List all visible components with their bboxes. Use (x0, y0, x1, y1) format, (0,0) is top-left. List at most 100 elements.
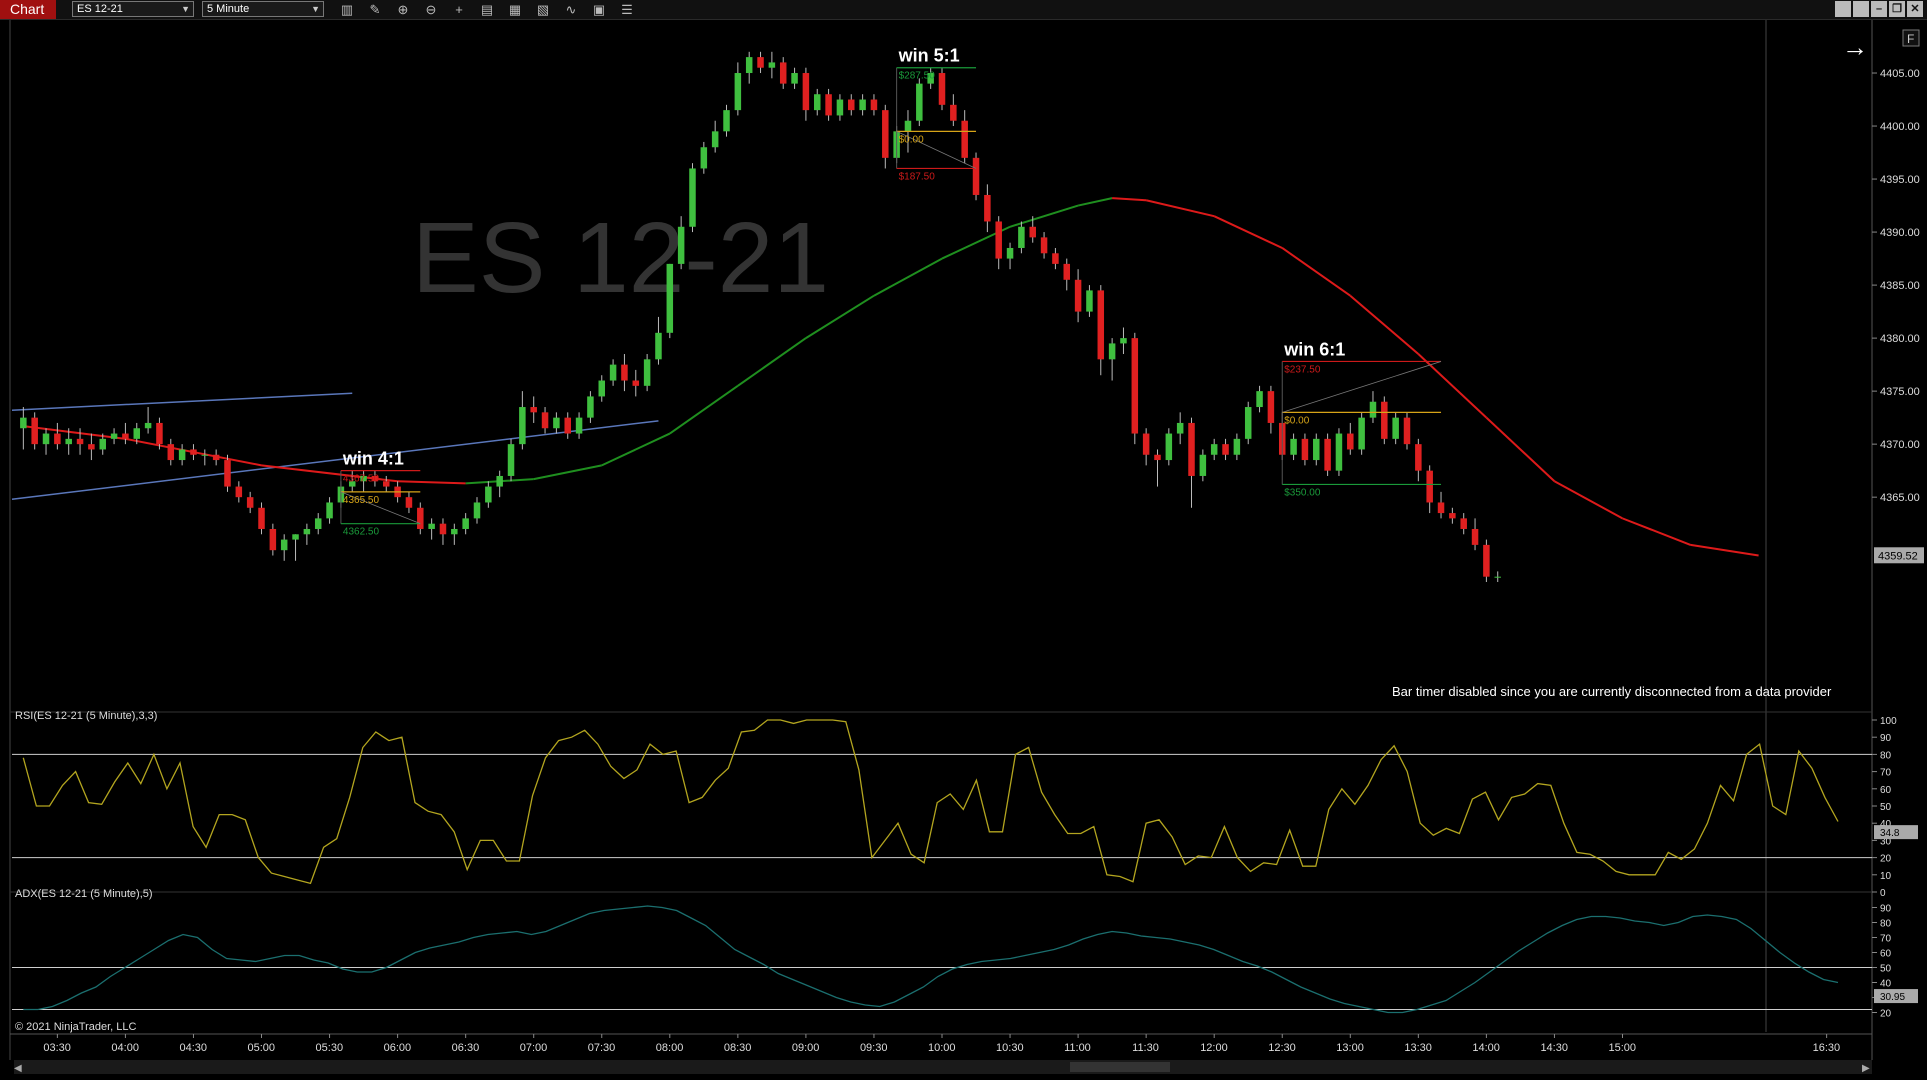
candle-body[interactable] (1449, 513, 1456, 519)
candle-body[interactable] (1188, 422, 1195, 476)
candle-body[interactable] (1074, 279, 1082, 312)
indicators-icon[interactable]: ▧ (532, 0, 554, 19)
candle-body[interactable] (383, 481, 390, 487)
candle-body[interactable] (723, 110, 730, 132)
candle-body[interactable] (1369, 401, 1377, 418)
candle-body[interactable] (689, 168, 696, 227)
candle-body[interactable] (1233, 438, 1241, 455)
candle-body[interactable] (314, 518, 322, 529)
candle-body[interactable] (1494, 576, 1501, 578)
candle-body[interactable] (1483, 544, 1490, 577)
candle-body[interactable] (870, 99, 878, 111)
candle-body[interactable] (950, 104, 957, 121)
candle-body[interactable] (802, 73, 810, 111)
candle-body[interactable] (541, 412, 549, 429)
instrument-selector[interactable]: ES 12-21 ▼ (72, 1, 194, 17)
close-icon[interactable]: ✕ (1907, 1, 1923, 17)
candle-body[interactable] (1097, 290, 1105, 360)
candle-body[interactable] (621, 364, 628, 381)
candle-body[interactable] (1006, 247, 1014, 259)
candle-body[interactable] (1426, 470, 1433, 503)
candle-body[interactable] (700, 147, 708, 169)
candle-body[interactable] (190, 449, 197, 455)
candle-body[interactable] (212, 454, 220, 461)
candle-body[interactable] (1335, 433, 1343, 471)
candle-body[interactable] (1018, 226, 1025, 248)
candle-body[interactable] (280, 539, 288, 551)
candle-body[interactable] (439, 523, 447, 535)
candle-body[interactable] (1358, 417, 1365, 450)
candle-body[interactable] (768, 62, 776, 68)
candle-body[interactable] (1471, 528, 1479, 545)
candle-body[interactable] (1052, 253, 1059, 264)
candle-body[interactable] (734, 73, 742, 111)
candle-body[interactable] (836, 99, 844, 116)
candle-body[interactable] (507, 444, 515, 476)
candle-body[interactable] (632, 380, 640, 386)
interval-selector[interactable]: 5 Minute ▼ (202, 1, 324, 17)
candle-body[interactable] (972, 157, 980, 195)
candle-body[interactable] (757, 57, 764, 68)
data-box-icon[interactable]: ▤ (476, 0, 498, 19)
candle-body[interactable] (1142, 433, 1150, 455)
restore-icon[interactable]: ❐ (1889, 1, 1905, 17)
candle-body[interactable] (167, 444, 175, 461)
strategies-icon[interactable]: ∿ (560, 0, 582, 19)
candle-body[interactable] (473, 502, 481, 519)
candle-body[interactable] (848, 99, 855, 111)
candle-body[interactable] (575, 417, 583, 434)
list-icon[interactable]: ☰ (616, 0, 638, 19)
zoom-in-icon[interactable]: ⊕ (392, 0, 414, 19)
candle-body[interactable] (1176, 422, 1184, 434)
arrow-right-icon[interactable]: → (1842, 32, 1868, 62)
candle-body[interactable] (428, 523, 435, 529)
candle-body[interactable] (144, 422, 152, 429)
candle-body[interactable] (54, 433, 61, 445)
draw-pencil-icon[interactable]: ✎ (364, 0, 386, 19)
candle-body[interactable] (995, 221, 1002, 259)
candle-body[interactable] (677, 226, 685, 264)
candle-body[interactable] (235, 486, 243, 498)
candle-body[interactable] (1131, 338, 1139, 434)
horizontal-scrollbar[interactable] (14, 1060, 1872, 1074)
bar-type-icon[interactable]: ▥ (336, 0, 358, 19)
candle-body[interactable] (791, 73, 798, 84)
candle-body[interactable] (1460, 518, 1467, 529)
candle-body[interactable] (1313, 438, 1320, 461)
candle-body[interactable] (88, 444, 95, 450)
candle-body[interactable] (1301, 438, 1309, 461)
candle-body[interactable] (31, 417, 38, 445)
candle-body[interactable] (224, 460, 231, 487)
candle-body[interactable] (1324, 438, 1331, 471)
candle-body[interactable] (1199, 454, 1207, 476)
candle-body[interactable] (269, 528, 277, 551)
candle-body[interactable] (1347, 433, 1354, 450)
template-icon[interactable]: ▦ (504, 0, 526, 19)
candle-body[interactable] (133, 428, 141, 439)
candle-body[interactable] (519, 407, 526, 445)
candle-body[interactable] (65, 438, 72, 445)
candle-body[interactable] (916, 83, 923, 121)
candle-body[interactable] (462, 518, 469, 529)
candle-body[interactable] (904, 120, 912, 132)
candle-body[interactable] (609, 364, 617, 381)
scrollbar-thumb[interactable] (1070, 1062, 1170, 1072)
candle-body[interactable] (711, 131, 719, 148)
candle-body[interactable] (1403, 417, 1411, 445)
candle-body[interactable] (292, 534, 299, 540)
candle-body[interactable] (1256, 391, 1263, 408)
candle-body[interactable] (655, 332, 662, 360)
chart-area[interactable]: ES 12-21 4367.50 4365.50 4362.50 win 4:1 $28… (0, 20, 1927, 1080)
candle-body[interactable] (779, 62, 787, 84)
candle-body[interactable] (99, 438, 106, 450)
candle-body[interactable] (1222, 444, 1229, 455)
candle-body[interactable] (1086, 290, 1093, 312)
candle-body[interactable] (813, 94, 821, 111)
candle-body[interactable] (938, 73, 946, 105)
candle-body[interactable] (20, 417, 27, 429)
candle-body[interactable] (745, 57, 753, 74)
candle-body[interactable] (825, 94, 832, 116)
candle-body[interactable] (882, 110, 889, 158)
zoom-out-icon[interactable]: ⊖ (420, 0, 442, 19)
properties-icon[interactable]: ▣ (588, 0, 610, 19)
